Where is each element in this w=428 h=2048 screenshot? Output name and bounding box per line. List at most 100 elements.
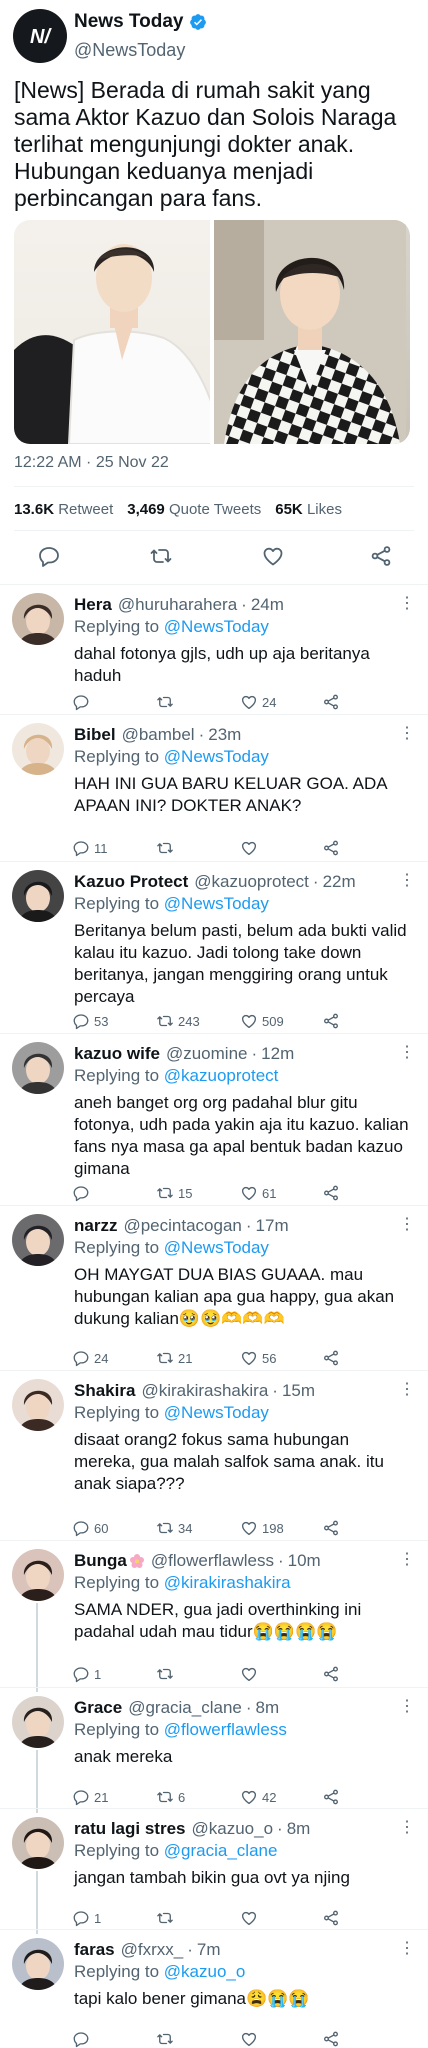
replying-to-mention[interactable]: @kazuo_o [164, 1962, 246, 1981]
like-button[interactable]: 24 [240, 693, 276, 711]
reply-tweet[interactable]: Grace @gracia_clane · 8m ⋮ Replying to @… [0, 1687, 428, 1813]
like-button[interactable] [240, 2030, 262, 2048]
tweet-timestamp[interactable]: 12:22 AM · 25 Nov 22 [14, 454, 169, 472]
reply-author-name[interactable]: Grace [74, 1698, 122, 1718]
reply-author-name[interactable]: narzz [74, 1216, 117, 1236]
reply-tweet[interactable]: Kazuo Protect @kazuoprotect · 22m ⋮ Repl… [0, 861, 428, 1033]
avatar[interactable] [12, 1549, 64, 1601]
reply-button[interactable] [34, 541, 64, 571]
reply-time[interactable]: 24m [251, 595, 284, 615]
reply-tweet[interactable]: faras @fxrxx_ · 7m ⋮ Replying to @kazuo_… [0, 1929, 428, 2048]
reply-button[interactable]: 21 [72, 1788, 108, 1806]
reply-author-name[interactable]: kazuo wife [74, 1044, 160, 1064]
share-button[interactable] [322, 1909, 340, 1927]
share-button[interactable] [322, 1184, 340, 1202]
share-button[interactable] [322, 1665, 340, 1683]
reply-handle[interactable]: @gracia_clane [128, 1698, 242, 1718]
reply-author-name[interactable]: Bunga [74, 1551, 127, 1571]
more-options-icon[interactable]: ⋮ [399, 1817, 416, 1837]
replying-to-mention[interactable]: @NewsToday [164, 894, 269, 913]
reply-time[interactable]: 10m [288, 1551, 321, 1571]
like-button[interactable]: 198 [240, 1519, 284, 1537]
reply-author-name[interactable]: faras [74, 1940, 115, 1960]
more-options-icon[interactable]: ⋮ [399, 593, 416, 613]
reply-handle[interactable]: @fxrxx_ [121, 1940, 184, 1960]
like-button[interactable] [258, 541, 288, 571]
reply-tweet[interactable]: Hera @huruharahera · 24m ⋮ Replying to @… [0, 584, 428, 714]
avatar[interactable] [12, 723, 64, 775]
more-options-icon[interactable]: ⋮ [399, 1696, 416, 1716]
reply-tweet[interactable]: ratu lagi stres @kazuo_o · 8m ⋮ Replying… [0, 1808, 428, 1934]
reply-tweet[interactable]: narzz @pecintacogan · 17m ⋮ Replying to … [0, 1205, 428, 1370]
reply-tweet[interactable]: Shakira @kirakirashakira · 15m ⋮ Replyin… [0, 1370, 428, 1540]
share-button[interactable] [322, 1349, 340, 1367]
quote-tweets-stat[interactable]: 3,469 Quote Tweets [127, 501, 261, 518]
more-options-icon[interactable]: ⋮ [399, 870, 416, 890]
reply-button[interactable]: 53 [72, 1012, 108, 1030]
reply-handle[interactable]: @kirakirashakira [141, 1381, 268, 1401]
avatar[interactable] [12, 1214, 64, 1266]
share-button[interactable] [322, 693, 340, 711]
reply-handle[interactable]: @zuomine [166, 1044, 248, 1064]
photo-right[interactable] [214, 220, 410, 444]
reply-button[interactable]: 11 [72, 839, 108, 857]
reply-handle[interactable]: @kazuo_o [192, 1819, 274, 1839]
reply-button[interactable] [72, 693, 94, 711]
reply-button[interactable]: 24 [72, 1349, 108, 1367]
author-handle[interactable]: @NewsToday [74, 40, 185, 61]
avatar[interactable] [12, 1042, 64, 1094]
avatar[interactable] [12, 1817, 64, 1869]
replying-to-mention[interactable]: @NewsToday [164, 1403, 269, 1422]
reply-handle[interactable]: @pecintacogan [123, 1216, 241, 1236]
more-options-icon[interactable]: ⋮ [399, 723, 416, 743]
likes-stat[interactable]: 65K Likes [275, 501, 342, 518]
avatar[interactable] [12, 1938, 64, 1990]
reply-time[interactable]: 12m [261, 1044, 294, 1064]
avatar[interactable] [12, 593, 64, 645]
retweet-button[interactable] [156, 839, 178, 857]
retweet-button[interactable] [156, 1665, 178, 1683]
reply-time[interactable]: 8m [287, 1819, 311, 1839]
retweet-button[interactable] [156, 693, 178, 711]
reply-time[interactable]: 8m [256, 1698, 280, 1718]
reply-author-name[interactable]: Shakira [74, 1381, 135, 1401]
reply-tweet[interactable]: kazuo wife @zuomine · 12m ⋮ Replying to … [0, 1033, 428, 1205]
retweet-button[interactable]: 15 [156, 1184, 192, 1202]
share-button[interactable] [322, 839, 340, 857]
reply-handle[interactable]: @flowerflawless [151, 1551, 274, 1571]
author-name[interactable]: News Today [74, 11, 207, 33]
avatar[interactable] [12, 1379, 64, 1431]
share-button[interactable] [322, 2030, 340, 2048]
like-button[interactable]: 61 [240, 1184, 276, 1202]
reply-time[interactable]: 22m [323, 872, 356, 892]
reply-button[interactable]: 60 [72, 1519, 108, 1537]
reply-button[interactable] [72, 1184, 94, 1202]
reply-author-name[interactable]: Hera [74, 595, 112, 615]
reply-author-name[interactable]: Bibel [74, 725, 116, 745]
reply-time[interactable]: 23m [208, 725, 241, 745]
replying-to-mention[interactable]: @NewsToday [164, 1238, 269, 1257]
reply-time[interactable]: 15m [282, 1381, 315, 1401]
replying-to-mention[interactable]: @flowerflawless [164, 1720, 287, 1739]
like-button[interactable]: 509 [240, 1012, 284, 1030]
more-options-icon[interactable]: ⋮ [399, 1214, 416, 1234]
reply-author-name[interactable]: Kazuo Protect [74, 872, 188, 892]
like-button[interactable]: 42 [240, 1788, 276, 1806]
more-options-icon[interactable]: ⋮ [399, 1042, 416, 1062]
reply-time[interactable]: 7m [197, 1940, 221, 1960]
replying-to-mention[interactable]: @NewsToday [164, 747, 269, 766]
retweet-button[interactable] [146, 541, 176, 571]
retweet-button[interactable]: 21 [156, 1349, 192, 1367]
reply-time[interactable]: 17m [256, 1216, 289, 1236]
reply-button[interactable] [72, 2030, 94, 2048]
news-today-avatar[interactable]: N/ [13, 9, 67, 63]
retweet-button[interactable]: 6 [156, 1788, 185, 1806]
reply-author-name[interactable]: ratu lagi stres [74, 1819, 186, 1839]
reply-tweet[interactable]: Bunga @flowerflawless · 10m ⋮ Replying t… [0, 1540, 428, 1692]
photo-left[interactable] [14, 220, 210, 444]
share-button[interactable] [322, 1519, 340, 1537]
reply-handle[interactable]: @kazuoprotect [194, 872, 309, 892]
share-button[interactable] [322, 1012, 340, 1030]
replying-to-mention[interactable]: @kazuoprotect [164, 1066, 279, 1085]
avatar[interactable] [12, 870, 64, 922]
